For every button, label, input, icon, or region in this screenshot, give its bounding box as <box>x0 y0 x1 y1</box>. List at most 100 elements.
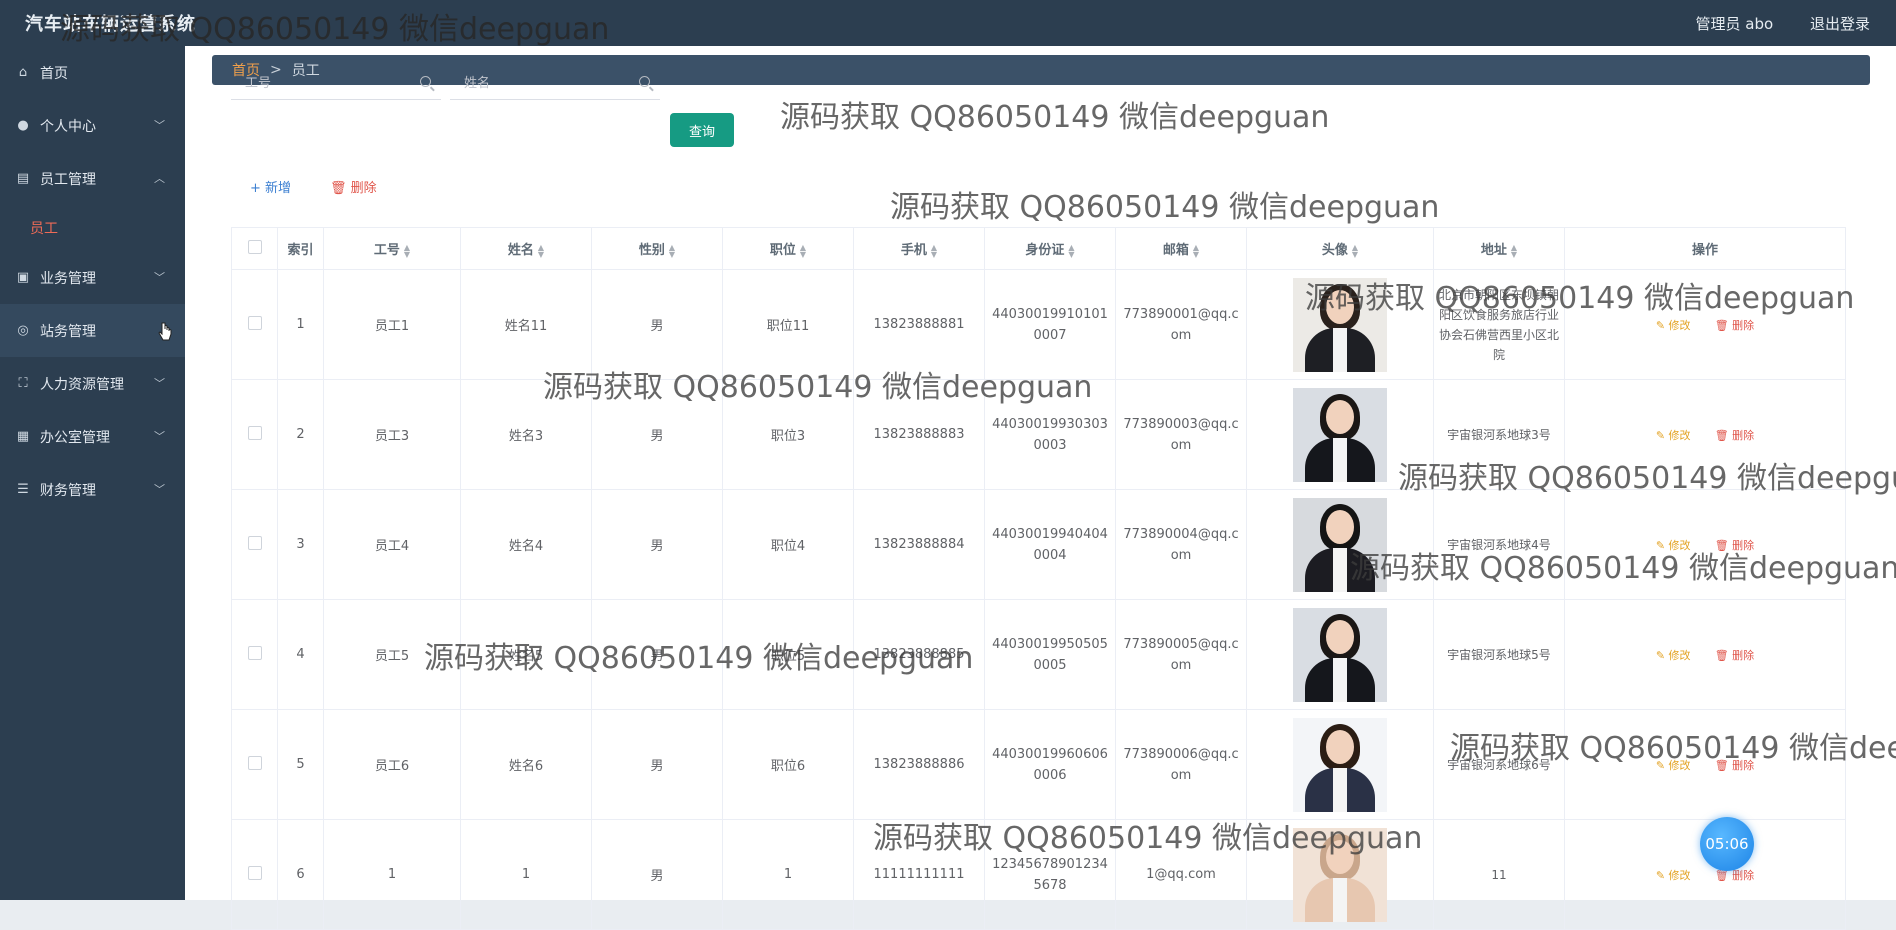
address-cell: 11 <box>1433 819 1565 930</box>
staff-id-cell: 1 <box>323 819 461 930</box>
name-cell: 1 <box>460 819 592 930</box>
row-checkbox[interactable] <box>247 315 262 330</box>
delete-button[interactable]: 🗑︎ 删除 <box>1715 319 1754 332</box>
position-value: 职位6 <box>770 759 806 774</box>
edit-button[interactable]: ✎ 修改 <box>1656 649 1691 662</box>
edit-button[interactable]: ✎ 修改 <box>1656 539 1691 552</box>
column-header[interactable]: 头像 ▲ ▼ <box>1246 227 1434 270</box>
staff-id-search <box>231 66 457 100</box>
column-header[interactable]: 职位 ▲ ▼ <box>722 227 854 270</box>
column-header[interactable]: 工号 ▲ ▼ <box>323 227 461 270</box>
operation-cell: ✎ 修改 🗑︎ 删除 <box>1564 269 1846 380</box>
position-value: 职位3 <box>770 429 806 444</box>
sidebar-item-label: 业务管理 <box>40 270 96 287</box>
avatar[interactable] <box>1293 827 1387 922</box>
edit-label: 修改 <box>1668 758 1691 772</box>
gender-cell: 男 <box>591 709 723 820</box>
avatar-face <box>1326 399 1354 434</box>
sidebar-item-staff-management[interactable]: ▤ 员工管理 ︿ <box>0 152 185 205</box>
staff-id-value: 员工1 <box>374 319 410 334</box>
sort-icon[interactable]: ▲ ▼ <box>1511 243 1517 258</box>
row-checkbox[interactable] <box>247 755 262 770</box>
delete-button[interactable]: 🗑︎ 删除 <box>1715 759 1754 772</box>
column-header-label: 头像 <box>1321 243 1348 258</box>
name-value: 姓名11 <box>504 319 548 334</box>
sidebar-subitem-label: 员工 <box>30 221 58 237</box>
table-row: 2 员工3 姓名3 男 职位3 13823888883 440300199303… <box>231 379 1846 490</box>
sidebar-item-business-management[interactable]: ▣ 业务管理 ﹀ <box>0 251 185 304</box>
staff-table: 索引 工号 ▲ ▼ 姓名 ▲ ▼ 性别 ▲ ▼ 职位 ▲ ▼ 手机 ▲ ▼ 身份证 ▲ ▼ 邮箱 ▲ ▼ 头… <box>231 227 1846 930</box>
avatar[interactable] <box>1293 717 1387 812</box>
edit-label: 修改 <box>1668 868 1691 882</box>
position-cell: 职位3 <box>722 379 854 490</box>
avatar[interactable] <box>1293 497 1387 592</box>
email-cell: 773890001@qq.com <box>1115 269 1247 380</box>
name-cell: 姓名11 <box>460 269 592 380</box>
sort-icon[interactable]: ▲ ▼ <box>800 243 806 258</box>
phone-value: 13823888886 <box>873 757 965 772</box>
sidebar-item-office-management[interactable]: ▦ 办公室管理 ﹀ <box>0 410 185 463</box>
trash-icon: 🗑︎ <box>330 181 347 196</box>
delete-button[interactable]: 🗑︎ 删除 <box>1715 539 1754 552</box>
sidebar-item-home[interactable]: ⌂ 首页 <box>0 46 185 99</box>
table-body: 1 员工1 姓名11 男 职位11 13823888881 4403001991… <box>231 269 1846 930</box>
sidebar-item-finance-management[interactable]: ☰ 财务管理 ﹀ <box>0 463 185 516</box>
delete-button[interactable]: 🗑︎ 删除 <box>1715 649 1754 662</box>
email-cell: 773890006@qq.com <box>1115 709 1247 820</box>
idcard-cell: 440300199505050005 <box>984 599 1116 710</box>
edit-button[interactable]: ✎ 修改 <box>1656 759 1691 772</box>
edit-icon: ✎ <box>1655 428 1666 442</box>
column-header[interactable]: 性别 ▲ ▼ <box>591 227 723 270</box>
avatar-shirt <box>1333 547 1347 592</box>
admin-user-label[interactable]: 管理员 abo <box>1696 15 1774 33</box>
timer-badge[interactable]: 05:06 <box>1700 817 1754 871</box>
delete-button[interactable]: 🗑︎ 删除 <box>1715 429 1754 442</box>
idcard-cell: 123456789012345678 <box>984 819 1116 930</box>
sidebar-item-hr-management[interactable]: ⛶ 人力资源管理 ﹀ <box>0 357 185 410</box>
avatar-face <box>1326 619 1354 654</box>
edit-button[interactable]: ✎ 修改 <box>1656 429 1691 442</box>
edit-button[interactable]: ✎ 修改 <box>1656 869 1691 882</box>
edit-button[interactable]: ✎ 修改 <box>1656 319 1691 332</box>
name-value: 1 <box>521 867 531 882</box>
phone-value: 13823888883 <box>873 427 965 442</box>
column-header[interactable]: 手机 ▲ ▼ <box>853 227 985 270</box>
avatar-shirt <box>1333 437 1347 482</box>
logout-link[interactable]: 退出登录 <box>1810 15 1870 33</box>
gender-cell: 男 <box>591 599 723 710</box>
index-cell: 6 <box>277 819 324 930</box>
sort-icon[interactable]: ▲ ▼ <box>669 243 675 258</box>
row-checkbox[interactable] <box>247 425 262 440</box>
avatar-cell <box>1246 599 1434 710</box>
avatar[interactable] <box>1293 387 1387 482</box>
sort-icon[interactable]: ▲ ▼ <box>1352 243 1358 258</box>
sidebar-subitem-staff[interactable]: 员工 <box>0 205 185 251</box>
column-header[interactable]: 姓名 ▲ ▼ <box>460 227 592 270</box>
search-icon <box>420 76 431 87</box>
sort-icon[interactable]: ▲ ▼ <box>1068 243 1074 258</box>
staff-id-cell: 员工4 <box>323 489 461 600</box>
select-all-checkbox[interactable] <box>247 239 262 254</box>
avatar[interactable] <box>1293 607 1387 702</box>
search-icon <box>639 76 650 87</box>
gender-cell: 男 <box>591 819 723 930</box>
edit-label: 修改 <box>1668 428 1691 442</box>
column-header[interactable]: 地址 ▲ ▼ <box>1433 227 1565 270</box>
column-header[interactable]: 身份证 ▲ ▼ <box>984 227 1116 270</box>
column-header[interactable]: 邮箱 ▲ ▼ <box>1115 227 1247 270</box>
row-checkbox[interactable] <box>247 535 262 550</box>
add-button[interactable]: + 新增 <box>250 177 291 196</box>
index-cell: 1 <box>277 269 324 380</box>
delete-selected-button[interactable]: 🗑︎ 删除 <box>330 177 377 196</box>
sort-icon[interactable]: ▲ ▼ <box>538 243 544 258</box>
row-checkbox[interactable] <box>247 645 262 660</box>
avatar-cell <box>1246 819 1434 930</box>
sort-icon[interactable]: ▲ ▼ <box>404 243 410 258</box>
row-checkbox[interactable] <box>247 865 262 880</box>
query-button[interactable]: 查询 <box>670 113 734 147</box>
sort-icon[interactable]: ▲ ▼ <box>1193 243 1199 258</box>
gender-cell: 男 <box>591 379 723 490</box>
avatar[interactable] <box>1293 277 1387 372</box>
sort-icon[interactable]: ▲ ▼ <box>931 243 937 258</box>
sidebar-item-profile[interactable]: ● 个人中心 ﹀ <box>0 99 185 152</box>
